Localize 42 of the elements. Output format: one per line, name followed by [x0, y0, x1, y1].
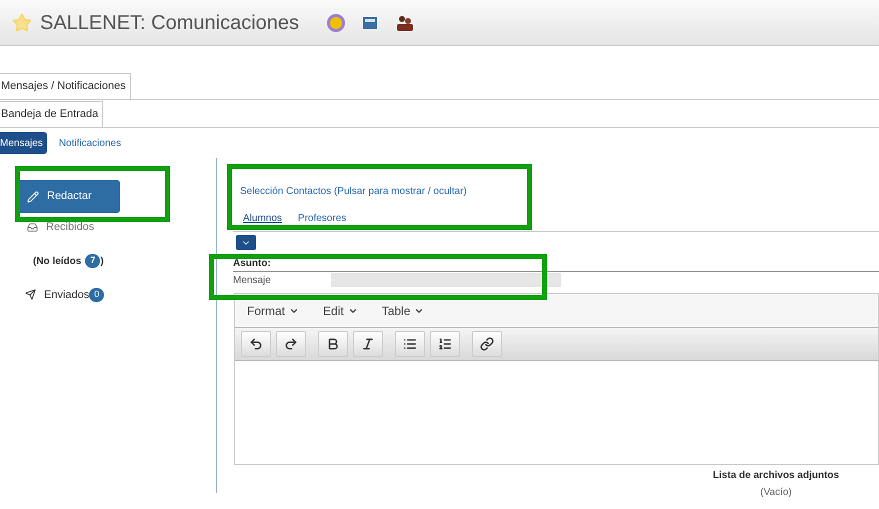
redo-icon: [284, 337, 298, 351]
link-icon: [480, 337, 494, 351]
contacts-tab[interactable]: Profesores: [298, 211, 346, 226]
count-badge: 7: [85, 254, 100, 268]
toolbar-button[interactable]: [395, 331, 425, 357]
undo-icon: [249, 337, 263, 351]
window-title: SALLENET: Comunicaciones: [40, 10, 300, 36]
subject-field[interactable]: Mensaje: [233, 271, 879, 288]
bulleted-list-icon: [403, 337, 417, 351]
pencil-icon: [27, 190, 39, 202]
toolbar-button[interactable]: [430, 331, 460, 357]
star-icon: [12, 12, 32, 32]
toolbar-button[interactable]: [276, 331, 306, 357]
inbox-icon: [27, 222, 38, 233]
bold-icon: [326, 337, 340, 351]
tab[interactable]: Bandeja de Entrada: [0, 101, 104, 127]
numbered-list-icon: [438, 337, 452, 351]
attachments-status: (Vacío): [760, 486, 792, 500]
folder-link[interactable]: Recibidos: [46, 219, 94, 236]
unread-label[interactable]: (No leídos: [33, 254, 82, 268]
expand-button[interactable]: [236, 235, 256, 250]
subject-label: Asunto:: [233, 257, 272, 271]
nav-pill[interactable]: Notificaciones: [54, 132, 126, 154]
tab[interactable]: Mensajes / Notificaciones: [0, 73, 131, 99]
folder-link[interactable]: Enviados: [44, 286, 90, 303]
editor-menu[interactable]: Format: [247, 302, 300, 320]
send-icon: [25, 289, 36, 300]
count-badge: 0: [89, 288, 104, 302]
nav-pill[interactable]: Mensajes: [0, 132, 47, 154]
toolbar-button[interactable]: [318, 331, 348, 357]
toolbar-button[interactable]: [353, 331, 383, 357]
editor-menu[interactable]: Edit: [323, 302, 358, 320]
contacts-tab[interactable]: Alumnos: [243, 211, 282, 226]
italic-icon: [361, 337, 375, 351]
attachments-title: Lista de archivos adjuntos: [712, 469, 840, 483]
badge-icon[interactable]: [327, 14, 346, 32]
people-icon[interactable]: [395, 14, 416, 32]
unread-suffix: ): [100, 254, 104, 268]
toolbar-button[interactable]: [241, 331, 271, 357]
toolbar-button[interactable]: [472, 331, 502, 357]
editor-menu[interactable]: Table: [382, 302, 424, 320]
contacts-toggle-link[interactable]: Selección Contactos (Pulsar para mostrar / ocultar): [233, 184, 879, 199]
